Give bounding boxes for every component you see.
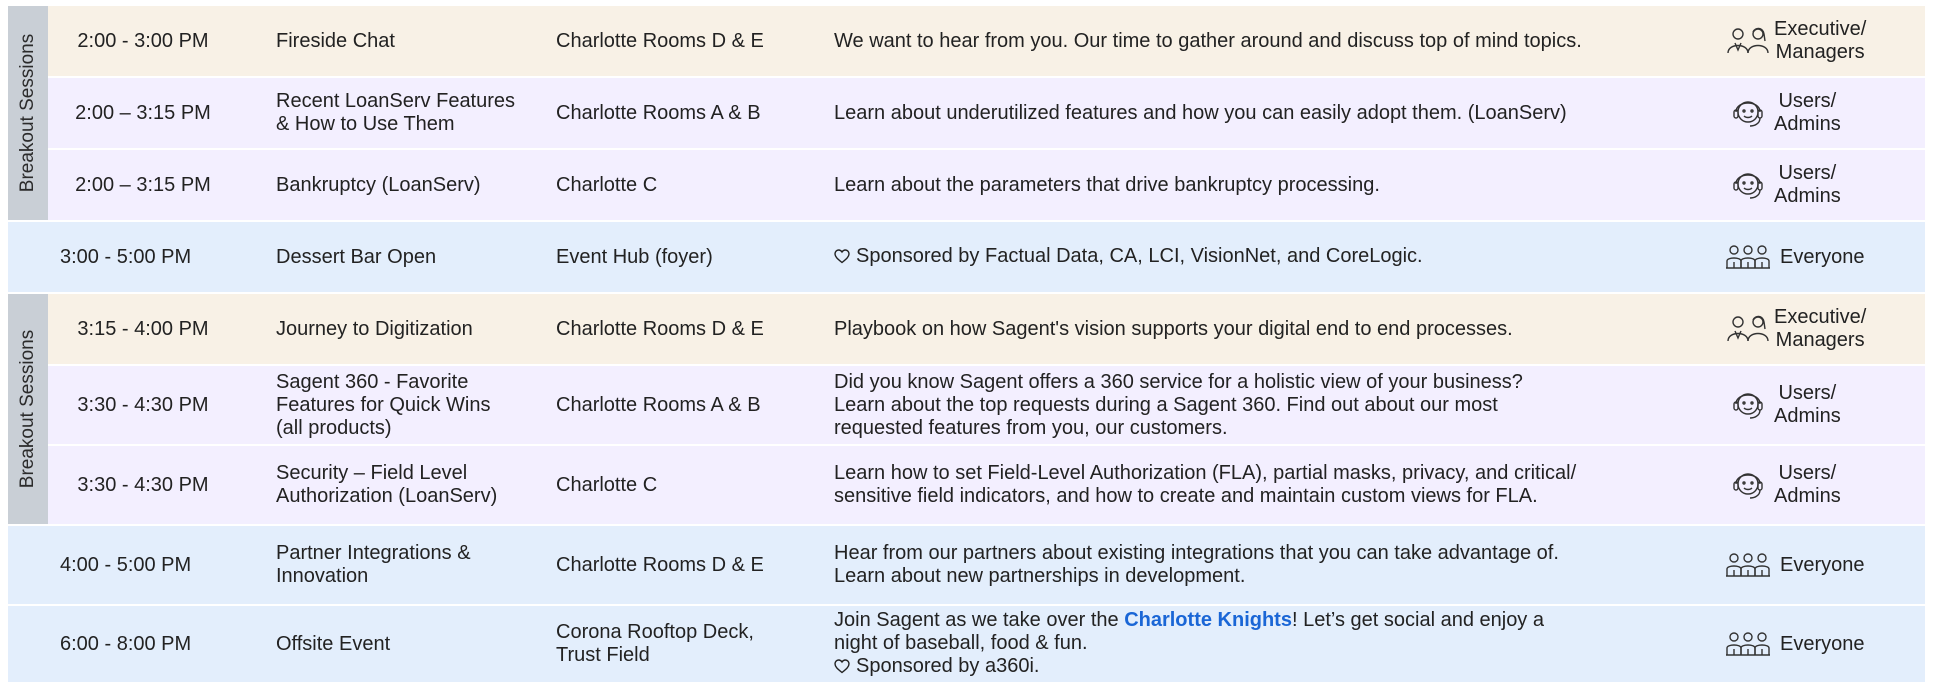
heart-icon: [834, 247, 852, 270]
agenda-table: 2:00 - 3:00 PM Fireside Chat Charlotte R…: [8, 6, 1925, 684]
headset-user-icon: [1722, 96, 1774, 130]
audience-label-line2: Admins: [1774, 405, 1841, 427]
session-row: 3:30 - 4:30 PM Security – Field Level Au…: [8, 446, 1925, 526]
session-room: Charlotte C: [556, 173, 658, 196]
charlotte-knights-link[interactable]: Charlotte Knights: [1124, 609, 1292, 631]
session-row: 2:00 – 3:15 PM Bankruptcy (LoanServ) Cha…: [8, 150, 1925, 222]
session-description: Hear from our partners about existing in…: [834, 542, 1559, 587]
session-title: Sagent 360 - Favorite Features for Quick…: [276, 370, 491, 439]
headset-user-icon: [1722, 468, 1774, 502]
audience-label-line1: Users/: [1778, 382, 1837, 404]
session-audience: Users/ Admins: [1714, 162, 1925, 208]
executive-managers-icon: [1722, 312, 1774, 346]
session-row: 2:00 – 3:15 PM Recent LoanServ Features …: [8, 78, 1925, 150]
session-audience: Users/ Admins: [1714, 90, 1925, 136]
session-description: Learn about the parameters that drive ba…: [834, 173, 1380, 196]
session-row: 3:00 - 5:00 PM Dessert Bar Open Event Hu…: [8, 222, 1925, 294]
heart-icon: [834, 657, 852, 680]
session-room: Event Hub (foyer): [556, 245, 713, 268]
session-title: Bankruptcy (LoanServ): [276, 173, 481, 196]
executive-managers-icon: [1722, 24, 1774, 58]
session-description: Learn how to set Field-Level Authorizati…: [834, 462, 1577, 507]
session-description: Join Sagent as we take over the Charlott…: [834, 609, 1714, 680]
session-audience: Executive/ Managers: [1714, 18, 1925, 64]
session-room: Charlotte Rooms A & B: [556, 101, 761, 124]
session-description: Did you know Sagent offers a 360 service…: [834, 370, 1523, 439]
session-description: We want to hear from you. Our time to ga…: [834, 29, 1582, 52]
session-room: Charlotte C: [556, 473, 658, 496]
session-title: Dessert Bar Open: [276, 245, 437, 268]
session-row: 2:00 - 3:00 PM Fireside Chat Charlotte R…: [8, 6, 1925, 78]
session-title: Partner Integrations & Innovation: [276, 542, 471, 587]
session-room: Corona Rooftop Deck, Trust Field: [556, 621, 754, 666]
session-audience: Everyone: [1714, 548, 1925, 582]
audience-label-line2: Admins: [1774, 185, 1841, 207]
session-audience: Everyone: [1714, 240, 1925, 274]
audience-label-line2: Managers: [1775, 329, 1865, 351]
session-description: Learn about underutilized features and h…: [834, 101, 1567, 124]
session-room: Charlotte Rooms D & E: [556, 553, 764, 576]
section-band-breakout: Breakout Sessions: [8, 6, 48, 220]
session-row: 3:15 - 4:00 PM Journey to Digitization C…: [8, 294, 1925, 366]
session-description: Sponsored by Factual Data, CA, LCI, Visi…: [834, 245, 1714, 270]
audience-label-line1: Users/: [1778, 462, 1837, 484]
session-audience: Executive/ Managers: [1714, 306, 1925, 352]
audience-label-line1: Users/: [1778, 90, 1837, 112]
session-time: 6:00 - 8:00 PM: [60, 632, 192, 655]
section-band-breakout: Breakout Sessions: [8, 294, 48, 524]
audience-label: Everyone: [1780, 553, 1865, 576]
group-icon: [1722, 548, 1774, 582]
session-title: Security – Field Level Authorization (Lo…: [276, 462, 498, 507]
session-room: Charlotte Rooms A & B: [556, 393, 761, 416]
session-title: Recent LoanServ Features & How to Use Th…: [276, 90, 516, 135]
session-title: Offsite Event: [276, 632, 391, 655]
section-label: Breakout Sessions: [17, 329, 39, 489]
audience-label: Everyone: [1780, 245, 1865, 268]
session-title: Journey to Digitization: [276, 317, 473, 340]
audience-label-line1: Executive/: [1774, 306, 1867, 328]
session-audience: Everyone: [1714, 627, 1925, 661]
session-audience: Users/ Admins: [1714, 382, 1925, 428]
audience-label-line2: Managers: [1775, 41, 1865, 63]
session-row: 3:30 - 4:30 PM Sagent 360 - Favorite Fea…: [8, 366, 1925, 446]
session-audience: Users/ Admins: [1714, 462, 1925, 508]
headset-user-icon: [1722, 388, 1774, 422]
session-room: Charlotte Rooms D & E: [556, 29, 764, 52]
audience-label-line2: Admins: [1774, 485, 1841, 507]
session-room: Charlotte Rooms D & E: [556, 317, 764, 340]
audience-label-line1: Executive/: [1774, 18, 1867, 40]
section-label: Breakout Sessions: [17, 33, 39, 193]
headset-user-icon: [1722, 168, 1774, 202]
session-time: 4:00 - 5:00 PM: [60, 553, 192, 576]
session-row: 6:00 - 8:00 PM Offsite Event Corona Roof…: [8, 606, 1925, 684]
audience-label-line1: Users/: [1778, 162, 1837, 184]
audience-label: Everyone: [1780, 632, 1865, 655]
audience-label-line2: Admins: [1774, 113, 1841, 135]
session-title: Fireside Chat: [276, 29, 395, 52]
session-time: 3:00 - 5:00 PM: [60, 245, 192, 268]
group-icon: [1722, 627, 1774, 661]
session-description: Playbook on how Sagent's vision supports…: [834, 317, 1513, 340]
group-icon: [1722, 240, 1774, 274]
session-row: 4:00 - 5:00 PM Partner Integrations & In…: [8, 526, 1925, 606]
